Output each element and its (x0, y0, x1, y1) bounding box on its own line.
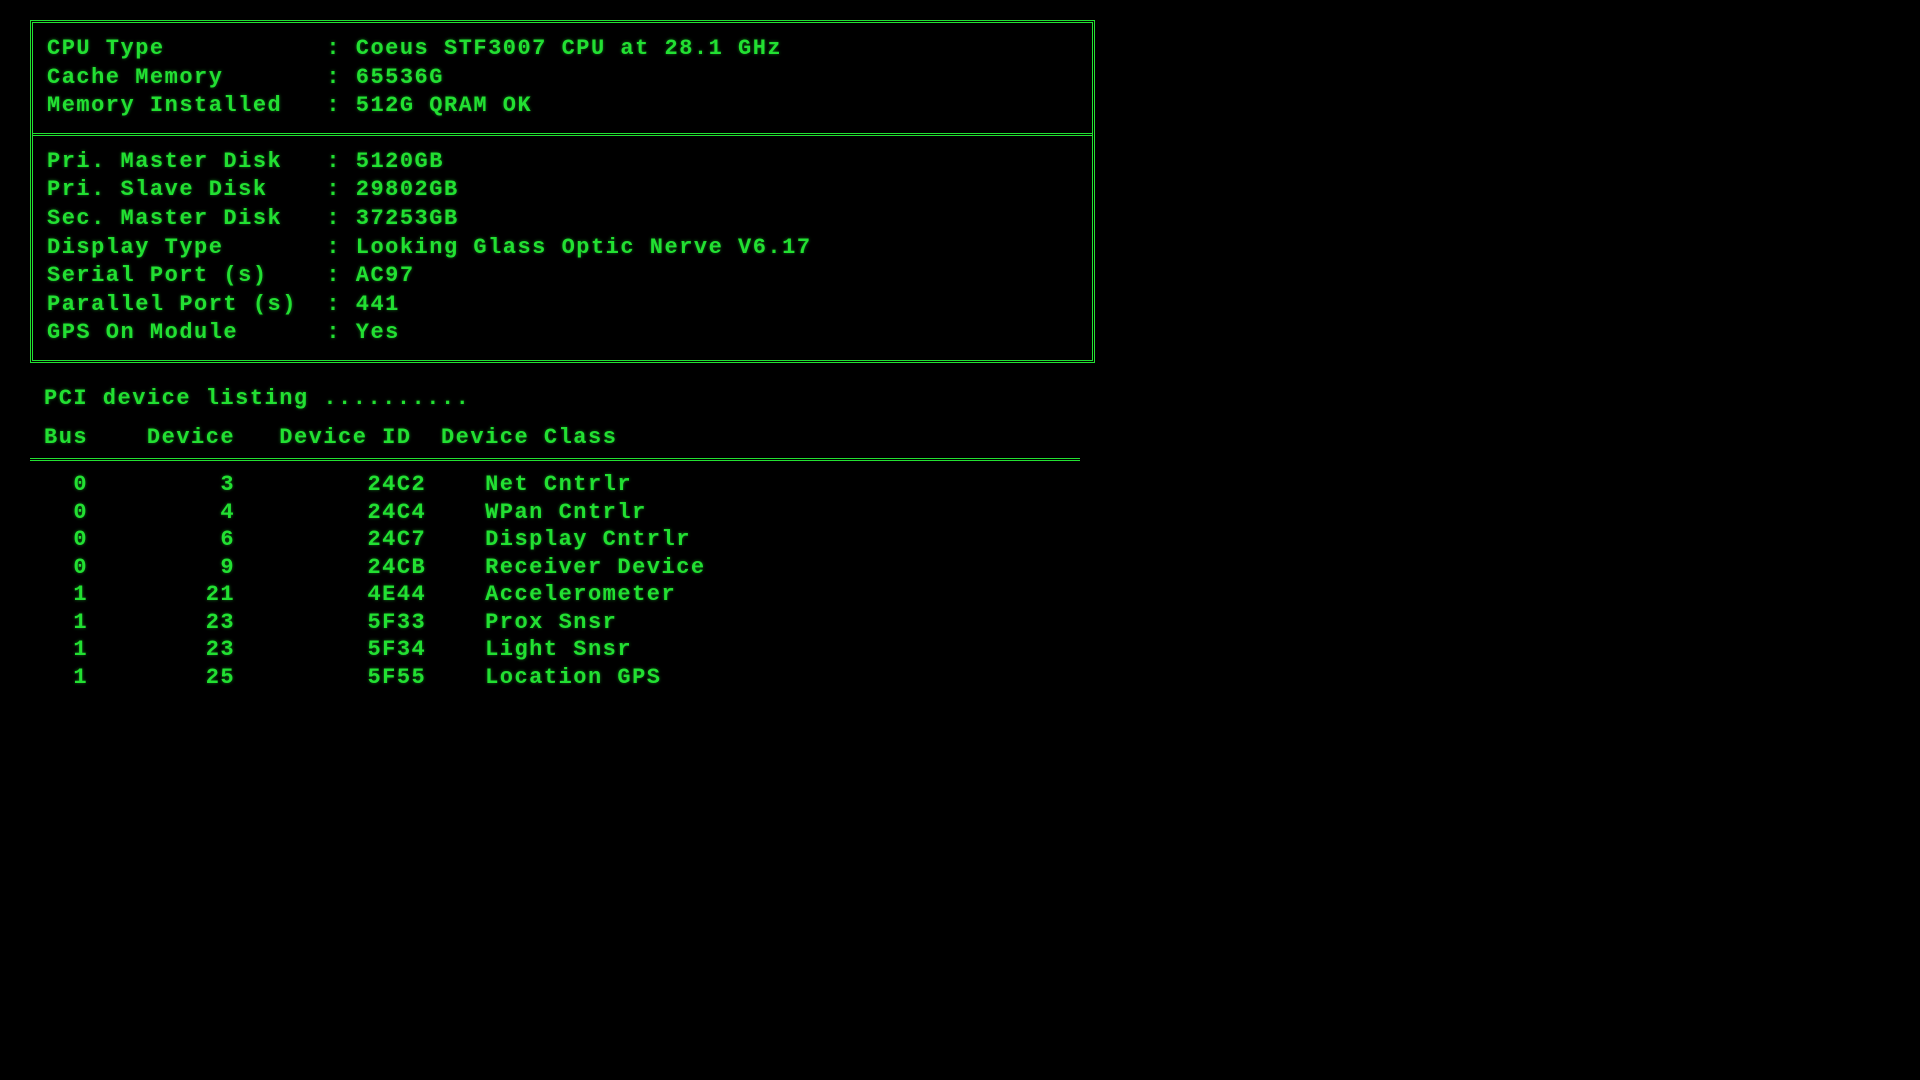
col-device-id: Device ID (279, 425, 441, 450)
pri-master-row: Pri. Master Disk : 5120GB (47, 148, 1078, 177)
parallel-label: Parallel Port (s) (47, 292, 312, 317)
pri-slave-value: 29802GB (356, 177, 459, 202)
cache-row: Cache Memory : 65536G (47, 64, 1078, 93)
sec-master-row: Sec. Master Disk : 37253GB (47, 205, 1078, 234)
col-device: Device (147, 425, 265, 450)
sec-master-value: 37253GB (356, 206, 459, 231)
pci-rule (30, 458, 1080, 461)
table-row: 0 3 24C2 Net Cntrlr (30, 471, 1095, 499)
pci-heading: PCI device listing .......... (30, 385, 1095, 414)
cpu-label: CPU Type (47, 36, 312, 61)
cpu-memory-section: CPU Type : Coeus STF3007 CPU at 28.1 GHz… (33, 23, 1092, 133)
disk-ports-section: Pri. Master Disk : 5120GB Pri. Slave Dis… (33, 136, 1092, 360)
parallel-row: Parallel Port (s) : 441 (47, 291, 1078, 320)
display-row: Display Type : Looking Glass Optic Nerve… (47, 234, 1078, 263)
mem-label: Memory Installed (47, 93, 312, 118)
cache-value: 65536G (356, 65, 444, 90)
cpu-value: Coeus STF3007 CPU at 28.1 GHz (356, 36, 782, 61)
pri-master-value: 5120GB (356, 149, 444, 174)
table-row: 0 9 24CB Receiver Device (30, 554, 1095, 582)
table-row: 1 21 4E44 Accelerometer (30, 581, 1095, 609)
cpu-row: CPU Type : Coeus STF3007 CPU at 28.1 GHz (47, 35, 1078, 64)
pci-column-headers: Bus Device Device ID Device Class (30, 424, 1095, 453)
mem-value: 512G QRAM OK (356, 93, 532, 118)
mem-row: Memory Installed : 512G QRAM OK (47, 92, 1078, 121)
sec-master-label: Sec. Master Disk (47, 206, 312, 231)
table-row: 0 6 24C7 Display Cntrlr (30, 526, 1095, 554)
pri-master-label: Pri. Master Disk (47, 149, 312, 174)
serial-value: AC97 (356, 263, 415, 288)
gps-label: GPS On Module (47, 320, 312, 345)
cache-label: Cache Memory (47, 65, 312, 90)
gps-row: GPS On Module : Yes (47, 319, 1078, 348)
display-label: Display Type (47, 235, 312, 260)
parallel-value: 441 (356, 292, 400, 317)
gps-value: Yes (356, 320, 400, 345)
pci-table-body: 0 3 24C2 Net Cntrlr 0 4 24C4 WPan Cntrlr… (30, 471, 1095, 691)
table-row: 1 25 5F55 Location GPS (30, 664, 1095, 692)
serial-label: Serial Port (s) (47, 263, 312, 288)
pri-slave-label: Pri. Slave Disk (47, 177, 312, 202)
display-value: Looking Glass Optic Nerve V6.17 (356, 235, 812, 260)
system-info-box: CPU Type : Coeus STF3007 CPU at 28.1 GHz… (30, 20, 1095, 363)
table-row: 1 23 5F33 Prox Snsr (30, 609, 1095, 637)
col-device-class: Device Class (441, 425, 617, 450)
table-row: 1 23 5F34 Light Snsr (30, 636, 1095, 664)
pri-slave-row: Pri. Slave Disk : 29802GB (47, 176, 1078, 205)
serial-row: Serial Port (s) : AC97 (47, 262, 1078, 291)
table-row: 0 4 24C4 WPan Cntrlr (30, 499, 1095, 527)
col-bus: Bus (44, 425, 132, 450)
bios-screen: CPU Type : Coeus STF3007 CPU at 28.1 GHz… (0, 0, 1125, 691)
